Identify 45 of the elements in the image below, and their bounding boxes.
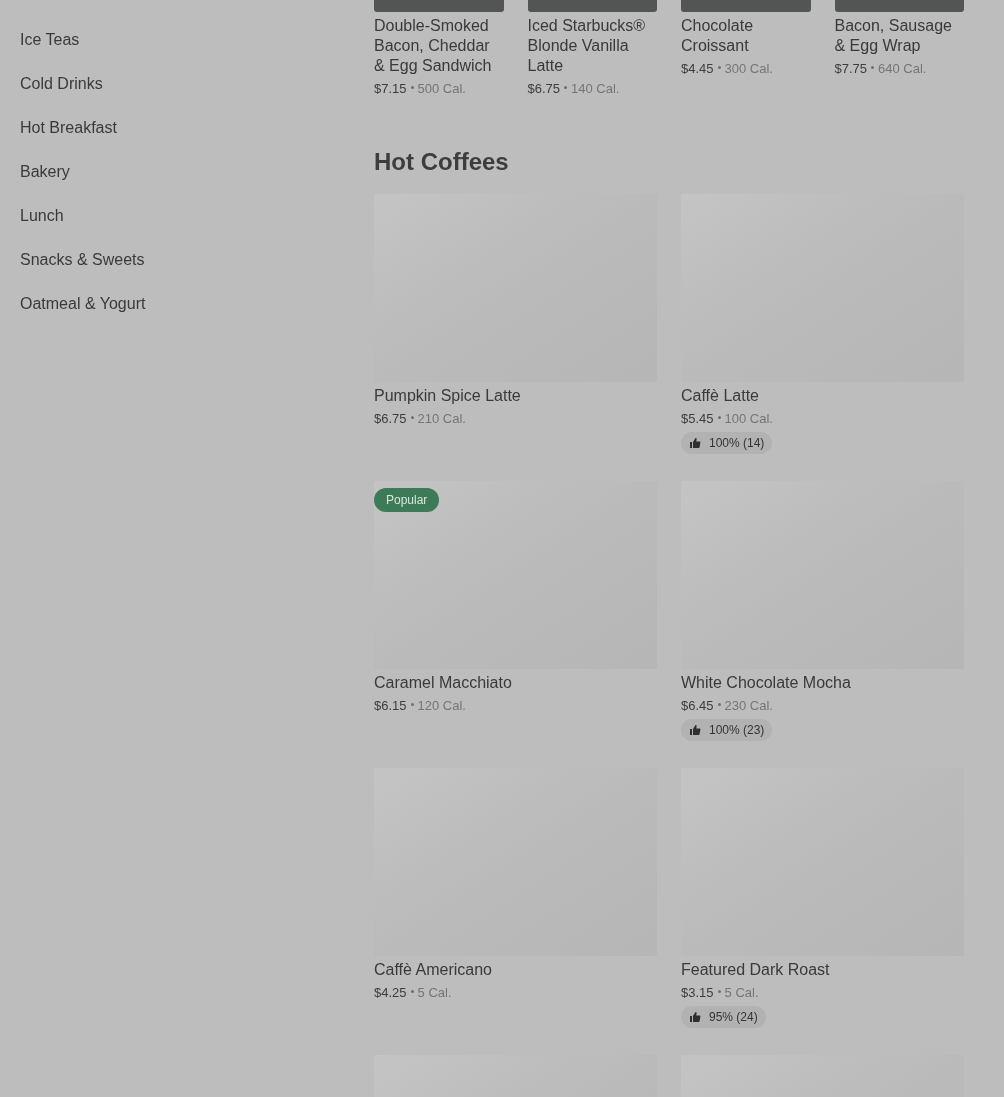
- price: $6.75: [374, 410, 407, 428]
- calories: 300 Cal.: [724, 60, 773, 78]
- price: $3.15: [681, 984, 714, 1002]
- calories: 210 Cal.: [417, 410, 466, 428]
- price: $4.45: [681, 60, 714, 78]
- section-heading: Hot Coffees: [374, 147, 510, 177]
- rating-text: 95% (24): [709, 1009, 758, 1026]
- calories: 640 Cal.: [878, 60, 927, 78]
- item-name[interactable]: Caramel Macchiato: [374, 673, 657, 693]
- thumbs-up-icon: [689, 437, 701, 449]
- item-name[interactable]: Featured Dark Roast: [681, 960, 964, 980]
- price: $6.75: [527, 80, 561, 98]
- thumbs-up-icon: [689, 1011, 701, 1023]
- item-name[interactable]: Caffè Americano: [374, 960, 657, 980]
- calories: 140 Cal.: [571, 80, 620, 98]
- category-link[interactable]: Lunch: [20, 204, 64, 228]
- price: $7.15: [374, 80, 407, 98]
- calories: 230 Cal.: [724, 697, 773, 715]
- price: $5.45: [681, 410, 714, 428]
- item-name[interactable]: Pumpkin Spice Latte: [374, 386, 657, 406]
- item-name[interactable]: Chocolate Croissant: [681, 16, 811, 56]
- category-link[interactable]: Snacks & Sweets: [20, 248, 145, 272]
- category-link[interactable]: Hot Breakfast: [20, 116, 117, 140]
- calories: 500 Cal.: [417, 80, 466, 98]
- rating-text: 100% (14): [709, 435, 765, 452]
- thumbs-up-icon: [689, 724, 701, 736]
- item-name[interactable]: Bacon, Sausage & Egg Wrap: [834, 16, 964, 56]
- item-name[interactable]: White Chocolate Mocha: [681, 673, 964, 693]
- calories: 100 Cal.: [724, 410, 773, 428]
- calories: 120 Cal.: [417, 697, 466, 715]
- category-link[interactable]: Cold Drinks: [20, 72, 103, 96]
- calories: 5 Cal.: [417, 984, 452, 1002]
- rating-text: 100% (23): [709, 722, 765, 739]
- price: $4.25: [374, 984, 407, 1002]
- price: $6.15: [374, 697, 407, 715]
- calories: 5 Cal.: [724, 984, 759, 1002]
- category-link[interactable]: Bakery: [20, 160, 70, 184]
- popular-badge: Popular: [374, 488, 440, 512]
- price: $6.45: [681, 697, 714, 715]
- category-link[interactable]: Oatmeal & Yogurt: [20, 292, 146, 316]
- category-link[interactable]: Ice Teas: [20, 28, 80, 52]
- item-name[interactable]: Caffè Latte: [681, 386, 964, 406]
- item-name[interactable]: Double-Smoked Bacon, Cheddar & Egg Sandwich: [374, 16, 504, 76]
- price: $7.75: [834, 60, 868, 78]
- item-name[interactable]: Iced Starbucks® Blonde Vanilla Latte: [527, 16, 657, 76]
